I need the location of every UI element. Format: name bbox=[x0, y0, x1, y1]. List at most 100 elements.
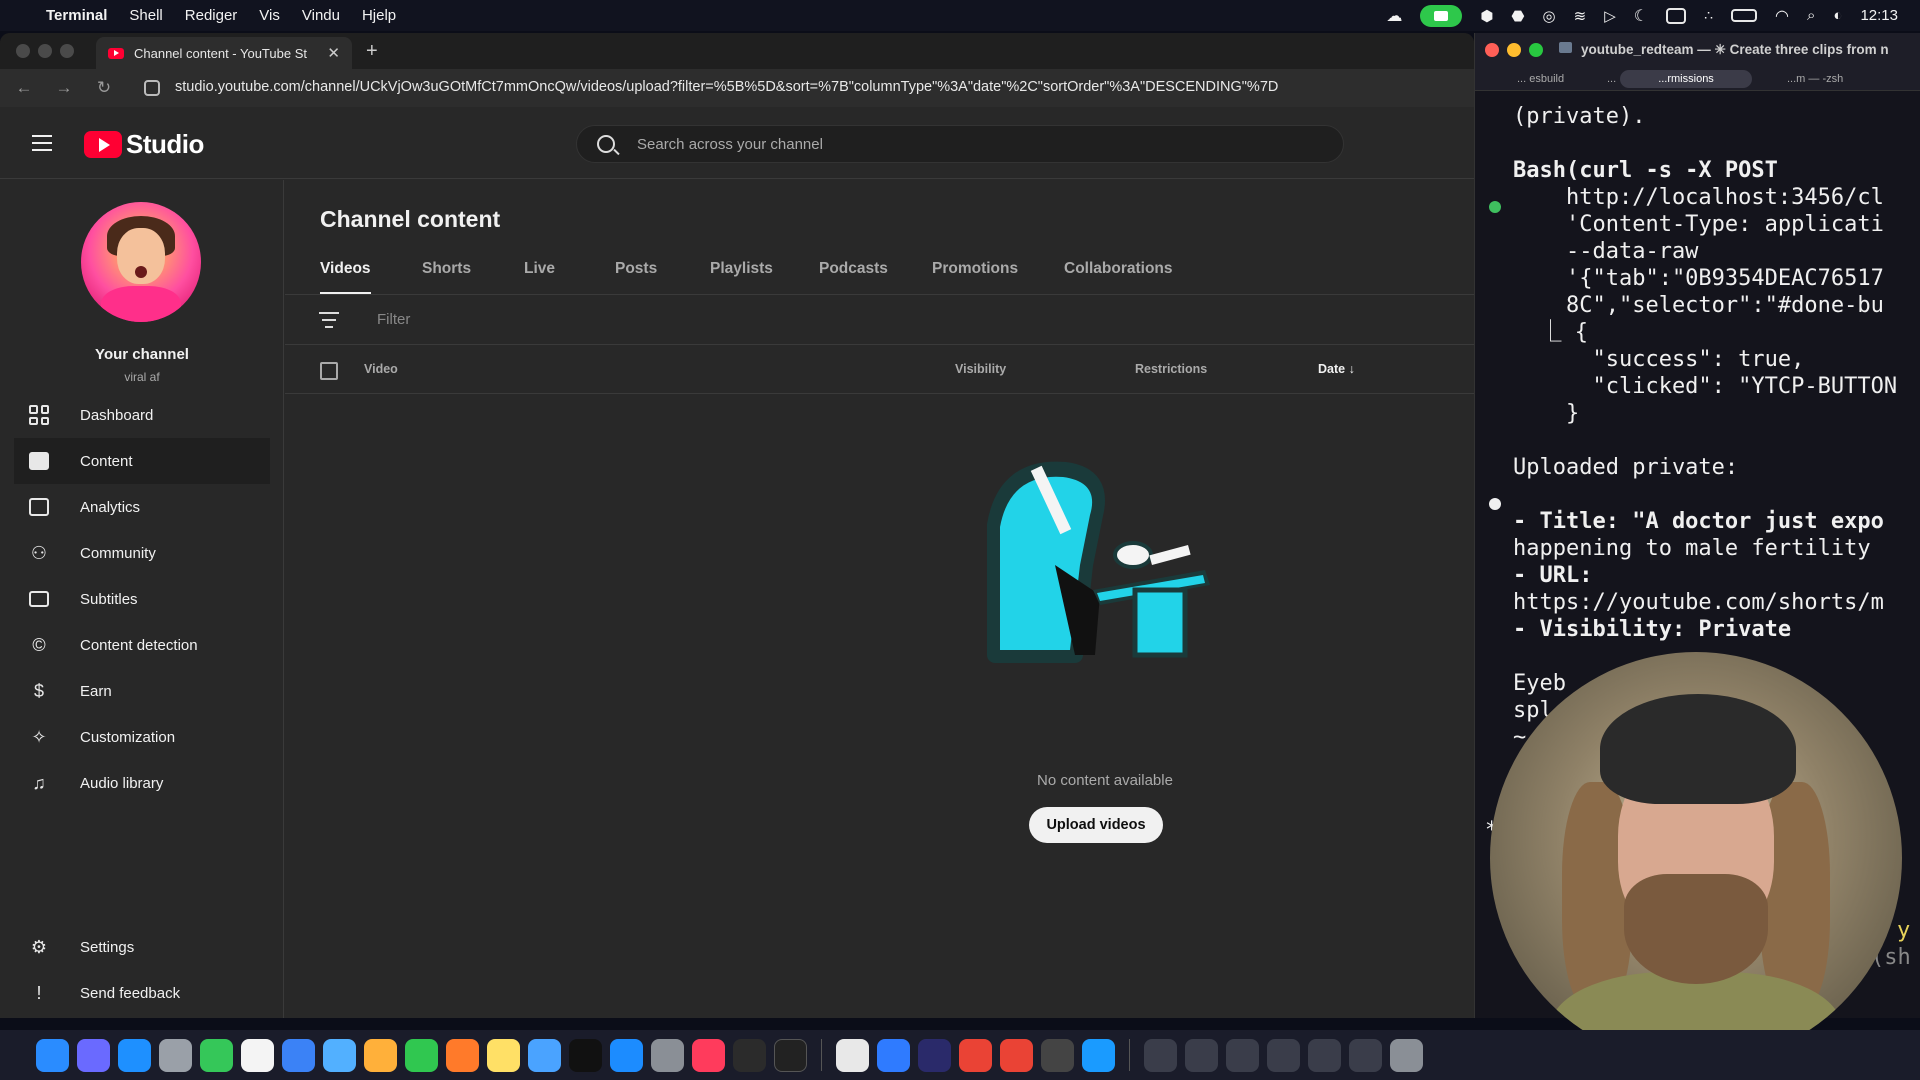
cloud-status-icon[interactable]: ☁ bbox=[1386, 6, 1402, 26]
sync-icon[interactable]: ≋ bbox=[1574, 7, 1587, 25]
moon-icon[interactable]: ☾ bbox=[1634, 6, 1648, 26]
terminal-zoom-button[interactable] bbox=[1529, 43, 1543, 57]
search-input[interactable] bbox=[637, 135, 1237, 153]
spotlight-search-icon[interactable]: ⌕ bbox=[1807, 7, 1815, 24]
search-box[interactable] bbox=[576, 125, 1344, 163]
quicktime-icon[interactable] bbox=[1082, 1038, 1115, 1072]
browser-tab-active[interactable]: Channel content - YouTube St ✕ bbox=[96, 37, 352, 69]
tab-podcasts[interactable]: Podcasts bbox=[819, 244, 888, 294]
maps-icon[interactable] bbox=[323, 1038, 356, 1072]
calendar-icon[interactable] bbox=[241, 1038, 274, 1072]
filter-icon[interactable] bbox=[319, 312, 339, 333]
apple-tv-icon[interactable] bbox=[569, 1038, 602, 1072]
downloads-stack-icon[interactable] bbox=[1185, 1038, 1218, 1072]
sidebar-item-dashboard[interactable]: Dashboard bbox=[14, 392, 270, 438]
window-zoom-button[interactable] bbox=[60, 44, 74, 58]
terminal-tab-permissions[interactable]: ...rmissions bbox=[1620, 70, 1752, 88]
cursor-app-icon[interactable] bbox=[733, 1038, 766, 1072]
back-icon[interactable]: ← bbox=[4, 78, 44, 98]
sidebar-item-send-feedback[interactable]: ! Send feedback bbox=[14, 970, 270, 1016]
chrome-secondary-icon[interactable] bbox=[1000, 1038, 1033, 1072]
studio-logo[interactable]: Studio bbox=[84, 129, 204, 160]
stocks-icon[interactable] bbox=[528, 1038, 561, 1072]
display-icon[interactable] bbox=[1666, 7, 1687, 24]
tab-posts[interactable]: Posts bbox=[615, 244, 657, 294]
screenshots-stack-icon[interactable] bbox=[1226, 1038, 1259, 1072]
play-status-icon[interactable]: ▷ bbox=[1604, 7, 1616, 25]
system-settings-icon[interactable] bbox=[651, 1038, 684, 1072]
new-tab-icon[interactable]: + bbox=[366, 40, 378, 63]
sidebar-item-community[interactable]: ⚇ Community bbox=[14, 530, 270, 576]
sidebar-item-audio-library[interactable]: ♫ Audio library bbox=[14, 760, 270, 806]
menu-view[interactable]: Vis bbox=[259, 7, 280, 24]
facetime-icon[interactable] bbox=[405, 1038, 438, 1072]
chrome-icon[interactable] bbox=[959, 1038, 992, 1072]
sidebar-item-analytics[interactable]: Analytics bbox=[14, 484, 270, 530]
search-icon[interactable] bbox=[597, 135, 615, 153]
terminal-tab-zsh[interactable]: ...m — -zsh bbox=[1775, 70, 1855, 88]
folder-stack-icon[interactable] bbox=[1308, 1038, 1341, 1072]
app-menu[interactable]: Terminal bbox=[46, 7, 107, 24]
column-date[interactable]: Date ↓ bbox=[1318, 362, 1355, 376]
notepad-icon[interactable] bbox=[836, 1038, 869, 1072]
contacts-icon[interactable] bbox=[159, 1038, 192, 1072]
menubar-clock[interactable]: 12:13 bbox=[1860, 7, 1898, 24]
sidebar-item-customization[interactable]: ✧ Customization bbox=[14, 714, 270, 760]
filter-bar[interactable]: Filter bbox=[285, 295, 1474, 345]
extension-icon[interactable]: ⬣ bbox=[1511, 7, 1524, 25]
notes-icon[interactable] bbox=[487, 1038, 520, 1072]
control-center-icon[interactable]: ◐ bbox=[1833, 7, 1842, 24]
app-store-icon[interactable] bbox=[610, 1038, 643, 1072]
menu-window[interactable]: Vindu bbox=[302, 7, 340, 24]
tab-shorts[interactable]: Shorts bbox=[422, 244, 471, 294]
recent-document-icon[interactable] bbox=[1144, 1038, 1177, 1072]
terminal-minimize-button[interactable] bbox=[1507, 43, 1521, 57]
folder-stack-icon[interactable] bbox=[1349, 1038, 1382, 1072]
sidebar-item-settings[interactable]: ⚙ Settings bbox=[14, 924, 270, 970]
dots-icon[interactable]: ∴ bbox=[1704, 7, 1713, 24]
files-icon[interactable] bbox=[877, 1038, 910, 1072]
sidebar-item-content[interactable]: Content bbox=[14, 438, 270, 484]
tab-collaborations[interactable]: Collaborations bbox=[1064, 244, 1173, 294]
reload-icon[interactable]: ↻ bbox=[84, 78, 124, 98]
channel-avatar[interactable] bbox=[81, 202, 201, 322]
menu-edit[interactable]: Rediger bbox=[185, 7, 238, 24]
tab-promotions[interactable]: Promotions bbox=[932, 244, 1018, 294]
photos-icon[interactable] bbox=[364, 1038, 397, 1072]
launchpad-icon[interactable] bbox=[77, 1038, 110, 1072]
terminal-icon[interactable] bbox=[774, 1038, 807, 1072]
camera-in-use-icon[interactable] bbox=[1420, 4, 1463, 27]
sidebar-item-earn[interactable]: $ Earn bbox=[14, 668, 270, 714]
messages-icon[interactable] bbox=[200, 1038, 233, 1072]
tab-playlists[interactable]: Playlists bbox=[710, 244, 773, 294]
dropbox-icon[interactable]: ⬢ bbox=[1480, 7, 1493, 25]
terminal-close-button[interactable] bbox=[1485, 43, 1499, 57]
mail-icon[interactable] bbox=[282, 1038, 315, 1072]
menu-icon[interactable] bbox=[32, 135, 52, 156]
terminal-tab-esbuild[interactable]: ... esbuild bbox=[1505, 70, 1576, 88]
firefox-icon[interactable] bbox=[446, 1038, 479, 1072]
wifi-icon[interactable]: ◠ bbox=[1775, 6, 1789, 26]
close-tab-icon[interactable]: ✕ bbox=[327, 44, 340, 62]
site-settings-icon[interactable] bbox=[144, 80, 160, 96]
trash-icon[interactable] bbox=[1390, 1038, 1423, 1072]
sidebar-item-content-detection[interactable]: © Content detection bbox=[14, 622, 270, 668]
select-all-checkbox[interactable] bbox=[320, 362, 338, 380]
sidebar-item-subtitles[interactable]: Subtitles bbox=[14, 576, 270, 622]
openai-icon[interactable] bbox=[1041, 1038, 1074, 1072]
finder-icon[interactable] bbox=[36, 1038, 69, 1072]
battery-icon[interactable] bbox=[1731, 9, 1758, 22]
filter-input[interactable]: Filter bbox=[377, 311, 410, 328]
documents-stack-icon[interactable] bbox=[1267, 1038, 1300, 1072]
menu-shell[interactable]: Shell bbox=[129, 7, 162, 24]
vpn-icon[interactable]: ◎ bbox=[1543, 7, 1556, 25]
tab-live[interactable]: Live bbox=[524, 244, 555, 294]
safari-icon[interactable] bbox=[118, 1038, 151, 1072]
tab-videos[interactable]: Videos bbox=[320, 244, 371, 295]
menu-help[interactable]: Hjelp bbox=[362, 7, 396, 24]
forward-icon[interactable]: → bbox=[44, 78, 84, 98]
window-minimize-button[interactable] bbox=[38, 44, 52, 58]
music-icon[interactable] bbox=[692, 1038, 725, 1072]
window-close-button[interactable] bbox=[16, 44, 30, 58]
upload-videos-button[interactable]: Upload videos bbox=[1029, 807, 1163, 843]
